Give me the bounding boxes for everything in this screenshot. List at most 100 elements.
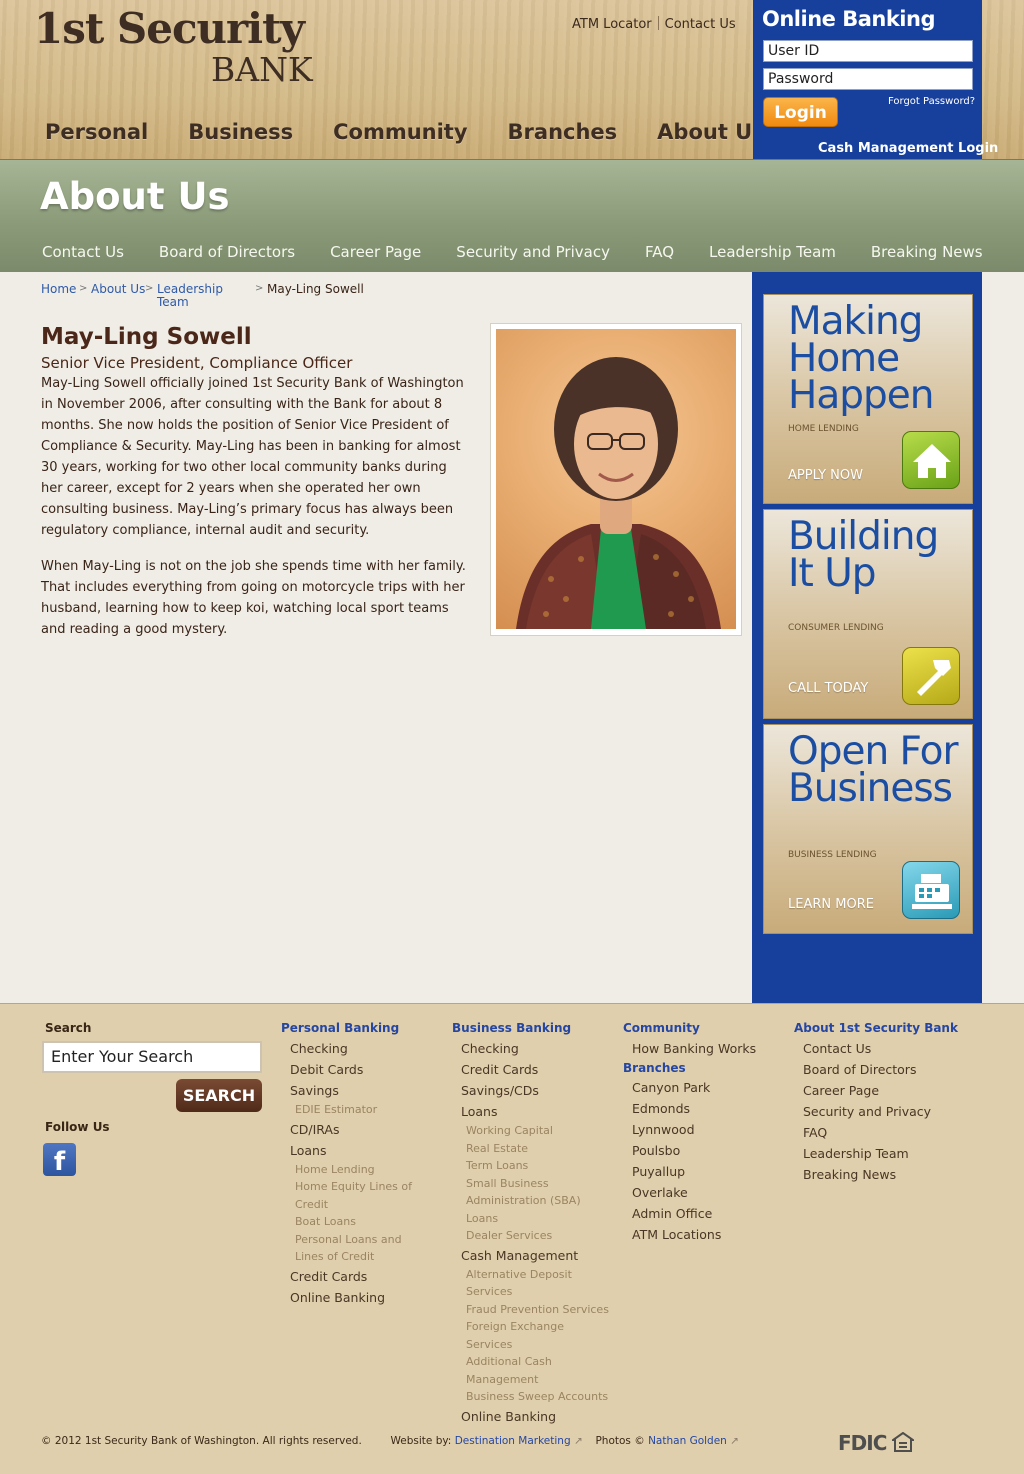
forgot-password-link[interactable]: Forgot Password? [888, 96, 975, 107]
footer-link[interactable]: Poulsbo [623, 1140, 756, 1161]
call-today-link[interactable]: CALL TODAY [788, 681, 868, 696]
nav-community[interactable]: Community [333, 120, 467, 144]
breadcrumb-sep: > [255, 283, 264, 294]
nav-personal[interactable]: Personal [45, 120, 148, 144]
footer-link[interactable]: Canyon Park [623, 1077, 756, 1098]
footer-sublink[interactable]: Business Sweep Accounts [452, 1388, 612, 1406]
search-button[interactable]: SEARCH [176, 1079, 262, 1112]
footer-link[interactable]: Edmonds [623, 1098, 756, 1119]
promo-business-lending[interactable]: Open For Business BUSINESS LENDING LEARN… [763, 724, 973, 934]
divider [657, 16, 659, 30]
page-title: About Us [40, 175, 230, 218]
footer-sublink[interactable]: Real Estate [452, 1140, 612, 1158]
copyright-line: © 2012 1st Security Bank of Washington. … [41, 1435, 739, 1447]
footer-link[interactable]: Credit Cards [452, 1059, 612, 1080]
footer-link[interactable]: Security and Privacy [794, 1101, 958, 1122]
destination-marketing-link[interactable]: Destination Marketing [455, 1435, 571, 1447]
footer-sublink[interactable]: Alternative Deposit Services [452, 1266, 582, 1301]
fdic-text: FDIC [838, 1431, 887, 1455]
footer-link[interactable]: Loans [452, 1101, 612, 1122]
footer-link[interactable]: Admin Office [623, 1203, 756, 1224]
breadcrumb-about-us[interactable]: About Us [91, 282, 145, 296]
promo-consumer-lending[interactable]: Building It Up CONSUMER LENDING CALL TOD… [763, 509, 973, 719]
breadcrumb-current: May-Ling Sowell [267, 282, 364, 296]
login-button[interactable]: Login [763, 97, 838, 127]
facebook-icon[interactable]: f [43, 1143, 76, 1177]
footer-sublink[interactable]: Working Capital [452, 1122, 612, 1140]
cash-register-icon[interactable] [902, 861, 960, 919]
nav-about-us[interactable]: About Us [657, 120, 765, 144]
hammer-icon[interactable] [902, 647, 960, 705]
learn-more-link[interactable]: LEARN MORE [788, 897, 874, 912]
section-header: About Us Contact Us Board of Directors C… [0, 159, 1024, 272]
portrait-photo [496, 329, 736, 629]
footer-link[interactable]: Checking [281, 1038, 441, 1059]
footer-link[interactable]: FAQ [794, 1122, 958, 1143]
subnav-breaking-news[interactable]: Breaking News [871, 243, 983, 261]
portrait-illustration [516, 357, 721, 629]
footer-link[interactable]: Puyallup [623, 1161, 756, 1182]
footer-link[interactable]: CD/IRAs [281, 1119, 441, 1140]
follow-us-label: Follow Us [45, 1120, 110, 1134]
footer-heading[interactable]: Community [623, 1021, 756, 1038]
nav-business[interactable]: Business [188, 120, 293, 144]
footer-sublink[interactable]: Additional Cash Management [452, 1353, 572, 1388]
subnav-faq[interactable]: FAQ [645, 243, 674, 261]
footer-link[interactable]: Online Banking [452, 1406, 612, 1427]
nathan-golden-link[interactable]: Nathan Golden [648, 1435, 727, 1447]
footer-heading[interactable]: Business Banking [452, 1021, 612, 1038]
footer-sublink[interactable]: Home Lending [281, 1161, 441, 1179]
footer-sublink[interactable]: Dealer Services [452, 1227, 612, 1245]
footer-link[interactable]: Breaking News [794, 1164, 958, 1185]
footer-link[interactable]: Savings [281, 1080, 441, 1101]
footer-link[interactable]: Lynnwood [623, 1119, 756, 1140]
footer-business-banking: Business Banking Checking Credit Cards S… [452, 1021, 612, 1427]
footer-link[interactable]: Loans [281, 1140, 441, 1161]
footer-link[interactable]: Savings/CDs [452, 1080, 612, 1101]
footer-heading[interactable]: Personal Banking [281, 1021, 441, 1038]
footer-link[interactable]: Credit Cards [281, 1266, 441, 1287]
footer-sublink[interactable]: Term Loans [452, 1157, 612, 1175]
apply-now-link[interactable]: APPLY NOW [788, 468, 863, 483]
footer-link[interactable]: Board of Directors [794, 1059, 958, 1080]
nav-branches[interactable]: Branches [508, 120, 618, 144]
footer-link[interactable]: Online Banking [281, 1287, 441, 1308]
subnav-contact-us[interactable]: Contact Us [42, 243, 124, 261]
breadcrumb-home[interactable]: Home [41, 282, 76, 296]
house-icon[interactable] [902, 431, 960, 489]
footer-sublink[interactable]: Small Business Administration (SBA) Loan… [452, 1175, 612, 1228]
footer-sublink[interactable]: Personal Loans and Lines of Credit [281, 1231, 431, 1266]
footer-link[interactable]: Leadership Team [794, 1143, 958, 1164]
subnav-board-of-directors[interactable]: Board of Directors [159, 243, 295, 261]
footer-link[interactable]: Debit Cards [281, 1059, 441, 1080]
footer-sublink[interactable]: Foreign Exchange Services [452, 1318, 612, 1353]
promo-category: BUSINESS LENDING [788, 850, 877, 860]
contact-us-link[interactable]: Contact Us [665, 17, 736, 32]
subnav-security-privacy[interactable]: Security and Privacy [456, 243, 610, 261]
user-id-input[interactable]: User ID [763, 40, 973, 62]
footer-heading[interactable]: Branches [623, 1059, 756, 1077]
footer-link[interactable]: Overlake [623, 1182, 756, 1203]
footer-sublink[interactable]: Home Equity Lines of Credit [281, 1178, 416, 1213]
password-input[interactable]: Password [763, 68, 973, 90]
footer-link[interactable]: Career Page [794, 1080, 958, 1101]
footer-link[interactable]: ATM Locations [623, 1224, 756, 1245]
footer-link[interactable]: How Banking Works [623, 1038, 756, 1059]
footer-heading[interactable]: About 1st Security Bank [794, 1021, 958, 1038]
search-input[interactable]: Enter Your Search [42, 1041, 262, 1073]
footer-link[interactable]: Cash Management [452, 1245, 612, 1266]
photos-label: Photos © [595, 1435, 645, 1447]
person-title: Senior Vice President, Compliance Office… [41, 354, 353, 372]
promo-home-lending[interactable]: Making Home Happen HOME LENDING APPLY NO… [763, 294, 973, 504]
portrait-frame [490, 323, 742, 636]
footer-sublink[interactable]: Boat Loans [281, 1213, 441, 1231]
subnav-career-page[interactable]: Career Page [330, 243, 421, 261]
footer-link[interactable]: Checking [452, 1038, 612, 1059]
atm-locator-link[interactable]: ATM Locator [572, 17, 652, 32]
subnav-leadership-team[interactable]: Leadership Team [709, 243, 836, 261]
footer-sublink[interactable]: EDIE Estimator [281, 1101, 441, 1119]
person-name: May-Ling Sowell [41, 324, 252, 350]
footer-link[interactable]: Contact Us [794, 1038, 958, 1059]
footer-sublink[interactable]: Fraud Prevention Services [452, 1301, 612, 1319]
cash-management-login-link[interactable]: Cash Management Login [818, 141, 998, 156]
